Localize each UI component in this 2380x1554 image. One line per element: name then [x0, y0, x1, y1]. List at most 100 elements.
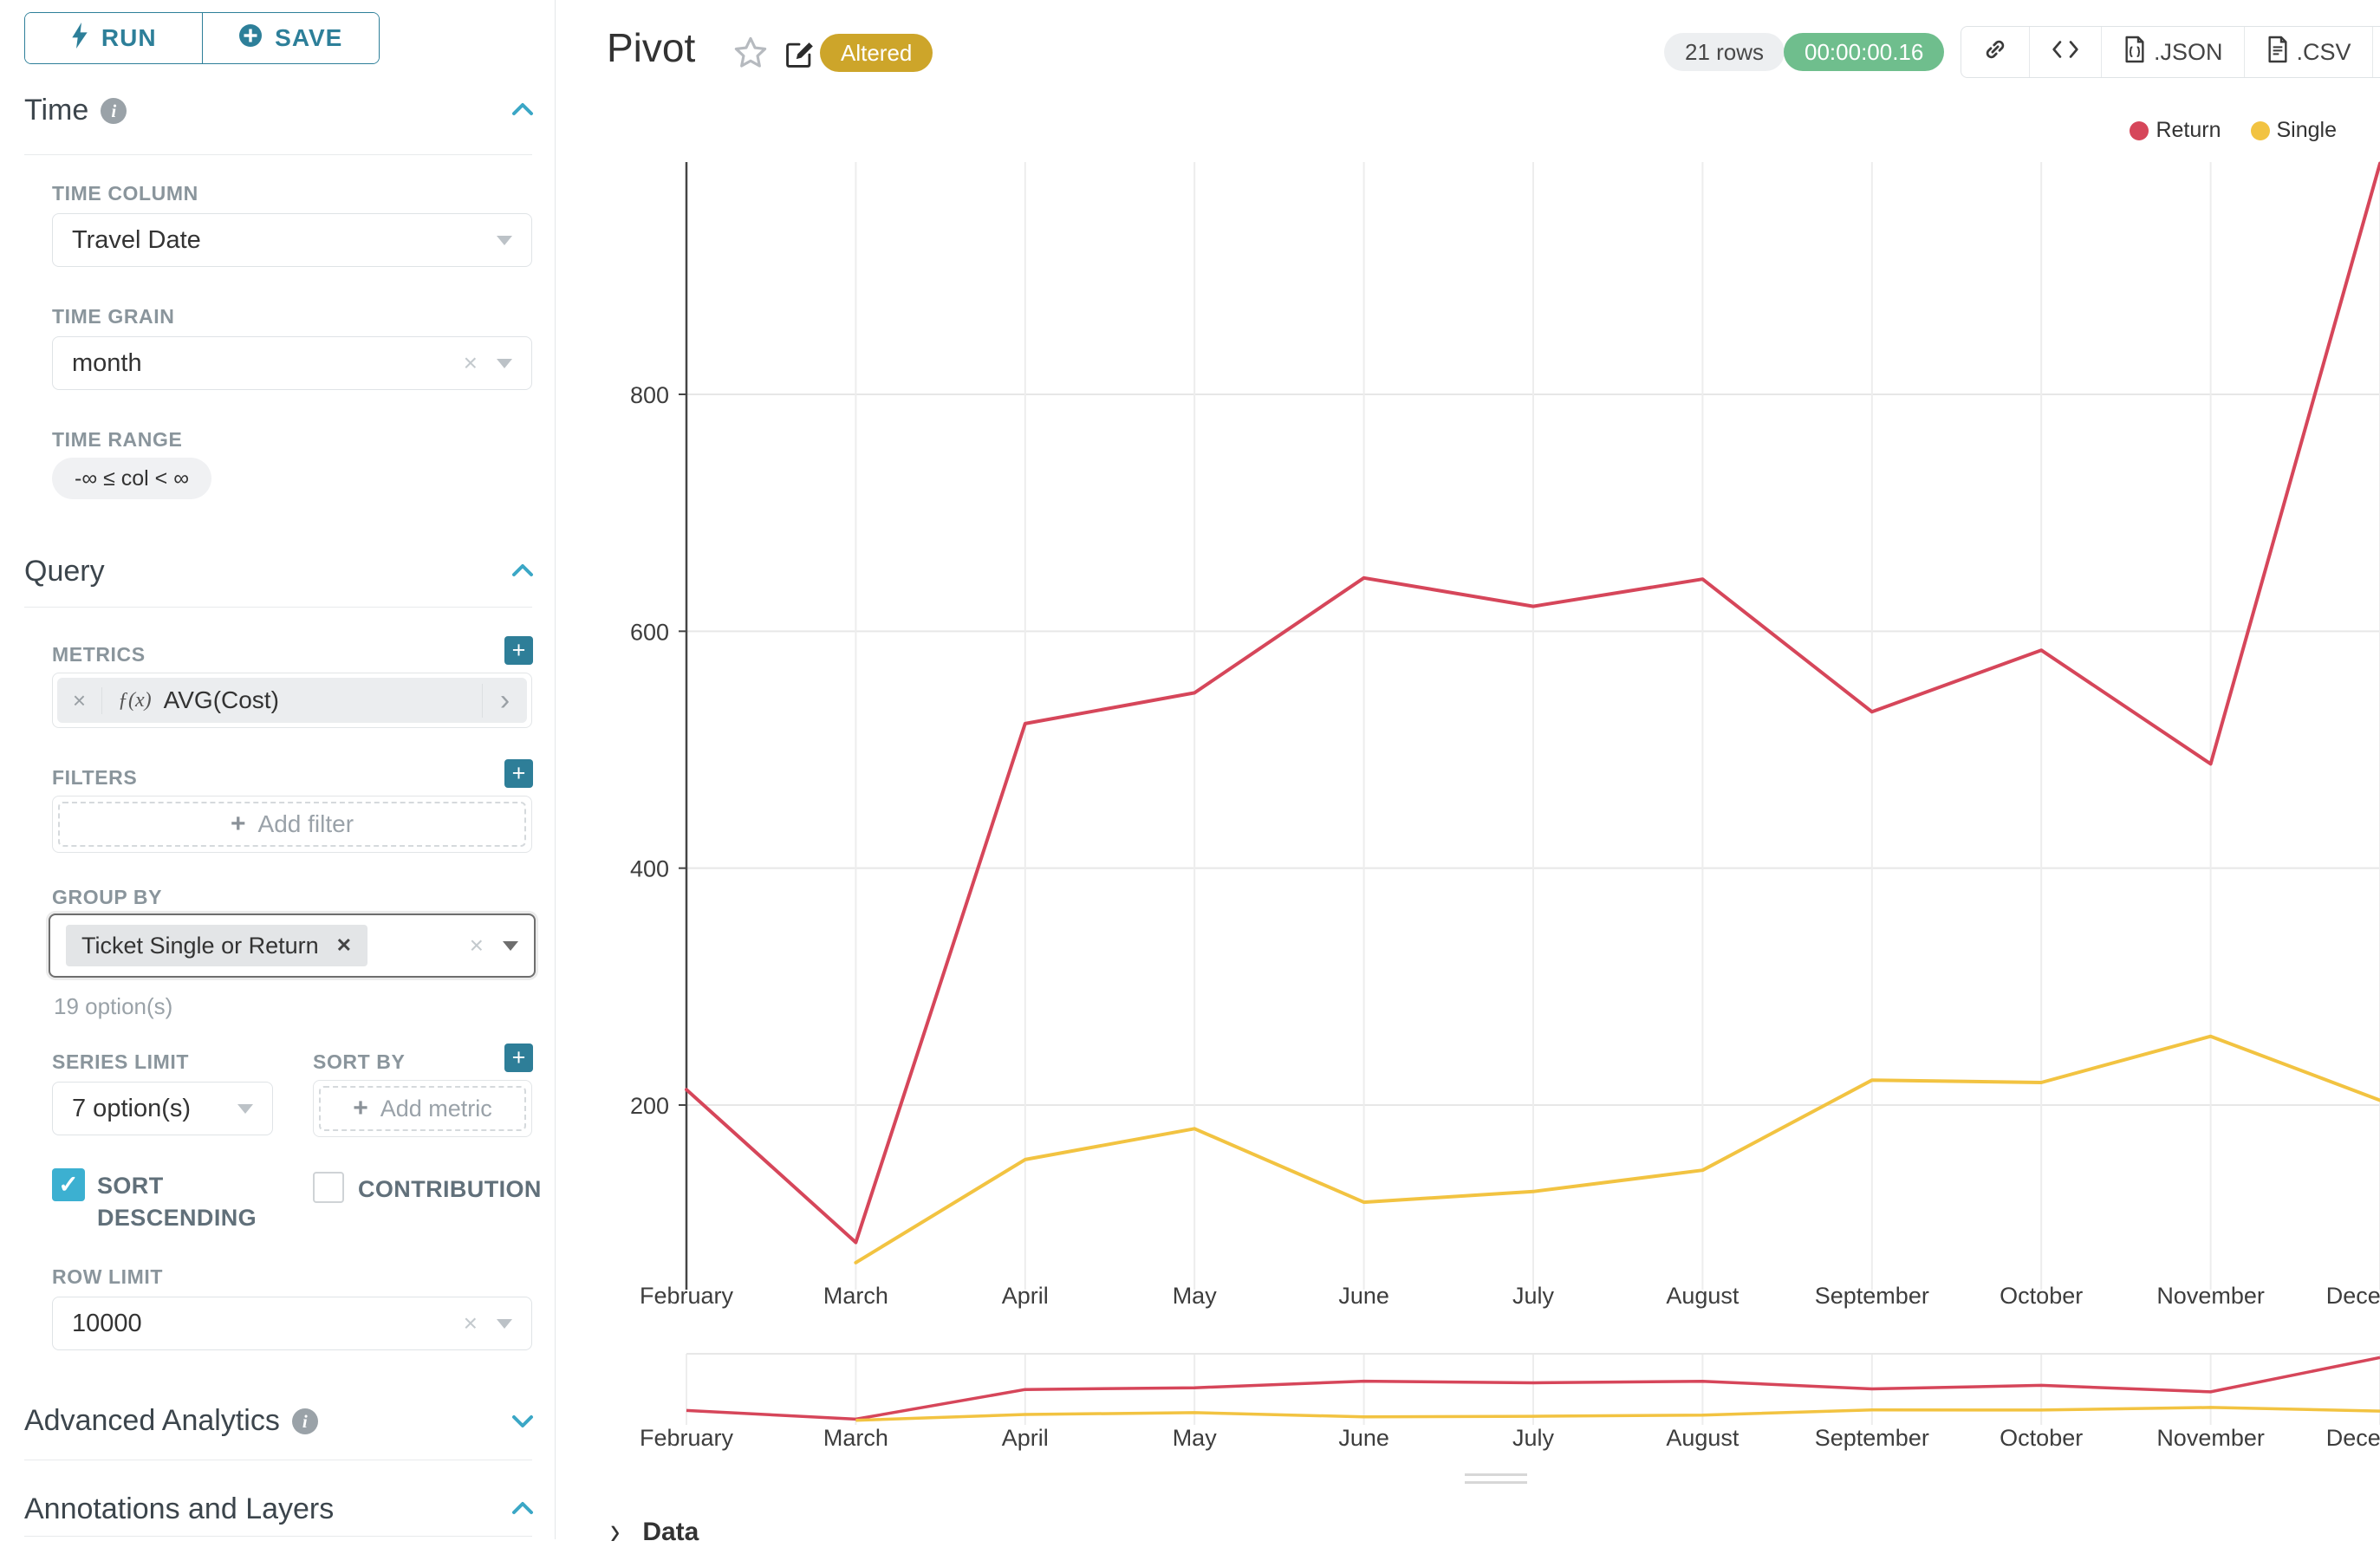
short-link-button[interactable] [1961, 27, 2029, 77]
options-hint: 19 option(s) [54, 993, 172, 1020]
run-button[interactable]: RUN [25, 13, 202, 63]
clear-icon[interactable]: × [464, 1310, 478, 1337]
chevron-up-icon[interactable] [510, 558, 536, 584]
code-icon [2051, 36, 2080, 68]
metric-value: AVG(Cost) [164, 686, 279, 714]
x-tick-label: August [1666, 1283, 1739, 1309]
clear-icon[interactable]: × [470, 932, 484, 959]
add-filter-button[interactable]: + [504, 759, 533, 788]
expand-metric-icon[interactable]: › [482, 684, 527, 718]
time-section-title: Time i [24, 94, 127, 127]
x-tick-label: April [1002, 1283, 1049, 1309]
x-tick-label: December [2326, 1283, 2380, 1309]
export-json-button[interactable]: .JSON [2101, 27, 2244, 77]
time-range-label: TIME RANGE [52, 428, 182, 452]
add-sort-metric-button[interactable]: + [504, 1044, 533, 1072]
time-grain-select[interactable]: month × [52, 336, 532, 390]
fx-icon: ƒ(x) [118, 689, 152, 712]
panel-resize-handle[interactable] [1465, 1473, 1527, 1489]
main-chart[interactable]: 200400600800FebruaryFebruaryMarchMarchAp… [607, 104, 2380, 1456]
sort-descending-checkbox[interactable]: ✓ [52, 1168, 85, 1201]
remove-tag-icon[interactable]: ✕ [336, 934, 352, 957]
series-limit-label: SERIES LIMIT [52, 1050, 189, 1074]
series-line-single[interactable] [855, 1037, 2380, 1263]
x-tick-label: May [1173, 1283, 1218, 1309]
time-column-label: TIME COLUMN [52, 182, 198, 205]
run-button-label: RUN [101, 24, 157, 52]
chevron-down-icon [497, 236, 512, 245]
query-section-title: Query [24, 555, 105, 588]
save-button[interactable]: SAVE [202, 13, 380, 63]
y-tick-label: 600 [630, 619, 669, 645]
minimap-x-tick-label: December [2326, 1425, 2380, 1451]
x-tick-label: September [1815, 1283, 1929, 1309]
minimap-x-tick-label: November [2156, 1425, 2265, 1451]
row-limit-label: ROW LIMIT [52, 1265, 163, 1289]
data-panel-label: Data [642, 1518, 699, 1547]
chart-title: Pivot [607, 24, 695, 71]
export-csv-button[interactable]: .CSV [2244, 27, 2372, 77]
metrics-label: METRICS [52, 643, 146, 666]
remove-metric-icon[interactable]: × [57, 687, 102, 714]
altered-badge[interactable]: Altered [820, 34, 933, 72]
edit-properties-icon[interactable] [783, 38, 816, 75]
series-limit-select[interactable]: 7 option(s) [52, 1082, 273, 1135]
row-count-badge: 21 rows [1664, 33, 1785, 71]
row-limit-value: 10000 [72, 1310, 142, 1338]
plus-icon: + [353, 1094, 368, 1123]
time-range-pill[interactable]: -∞ ≤ col < ∞ [52, 458, 211, 499]
export-toolbar: .JSON .CSV [1961, 26, 2380, 78]
run-save-button-group: RUN SAVE [24, 12, 380, 64]
x-tick-label: March [823, 1283, 888, 1309]
chevron-up-icon[interactable] [510, 1496, 536, 1522]
minimap-x-tick-label: February [640, 1425, 734, 1451]
minimap-x-tick-label: September [1815, 1425, 1929, 1451]
chevron-down-icon [497, 359, 512, 368]
plus-circle-icon [238, 23, 263, 54]
export-csv-label: .CSV [2297, 39, 2351, 66]
group-by-select[interactable]: Ticket Single or Return ✕ × [49, 914, 536, 978]
link-icon [1982, 36, 2008, 68]
chevron-down-icon[interactable] [510, 1408, 536, 1434]
x-tick-label: October [2000, 1283, 2083, 1309]
info-icon: i [292, 1408, 318, 1434]
minimap-x-tick-label: August [1666, 1425, 1739, 1451]
chart-menu-button[interactable] [2372, 27, 2380, 77]
embed-code-button[interactable] [2029, 27, 2101, 77]
chevron-up-icon[interactable] [510, 97, 536, 123]
minimap-x-tick-label: May [1173, 1425, 1218, 1451]
minimap-x-tick-label: March [823, 1425, 888, 1451]
row-limit-select[interactable]: 10000 × [52, 1297, 532, 1350]
contribution-checkbox[interactable] [313, 1172, 344, 1203]
group-by-tag[interactable]: Ticket Single or Return ✕ [66, 925, 367, 966]
metric-item[interactable]: × ƒ(x) AVG(Cost) › [52, 673, 532, 728]
save-button-label: SAVE [275, 24, 342, 52]
x-tick-label: November [2156, 1283, 2265, 1309]
group-by-label: GROUP BY [52, 886, 162, 909]
y-tick-label: 800 [630, 382, 669, 408]
export-json-label: .JSON [2154, 39, 2223, 66]
sort-by-label: SORT BY [313, 1050, 405, 1074]
data-panel-header[interactable]: › Data [610, 1515, 699, 1549]
control-panel: RUN SAVE Time i TIME COLUMN Travel Date … [0, 0, 556, 1539]
time-grain-value: month [72, 349, 142, 378]
clear-icon[interactable]: × [464, 349, 478, 377]
minimap-x-tick-label: April [1002, 1425, 1049, 1451]
query-timer-badge: 00:00:00.16 [1784, 33, 1944, 71]
sort-by-dropzone[interactable]: + Add metric [313, 1080, 532, 1137]
minimap-x-tick-label: October [2000, 1425, 2083, 1451]
y-tick-label: 200 [630, 1093, 669, 1119]
chevron-down-icon [497, 1319, 512, 1329]
add-metric-placeholder: Add metric [380, 1096, 492, 1122]
time-column-select[interactable]: Travel Date [52, 213, 532, 267]
add-metric-button[interactable]: + [504, 636, 533, 665]
section-divider [24, 1536, 532, 1537]
favorite-star-icon[interactable] [732, 35, 769, 75]
minimap-line-single[interactable] [855, 1408, 2380, 1421]
section-divider [24, 607, 532, 608]
filters-dropzone[interactable]: + Add filter [52, 796, 532, 853]
time-column-value: Travel Date [72, 226, 201, 255]
chevron-right-icon: › [610, 1510, 620, 1554]
chevron-down-icon [503, 941, 518, 951]
minimap-x-tick-label: June [1338, 1425, 1389, 1451]
